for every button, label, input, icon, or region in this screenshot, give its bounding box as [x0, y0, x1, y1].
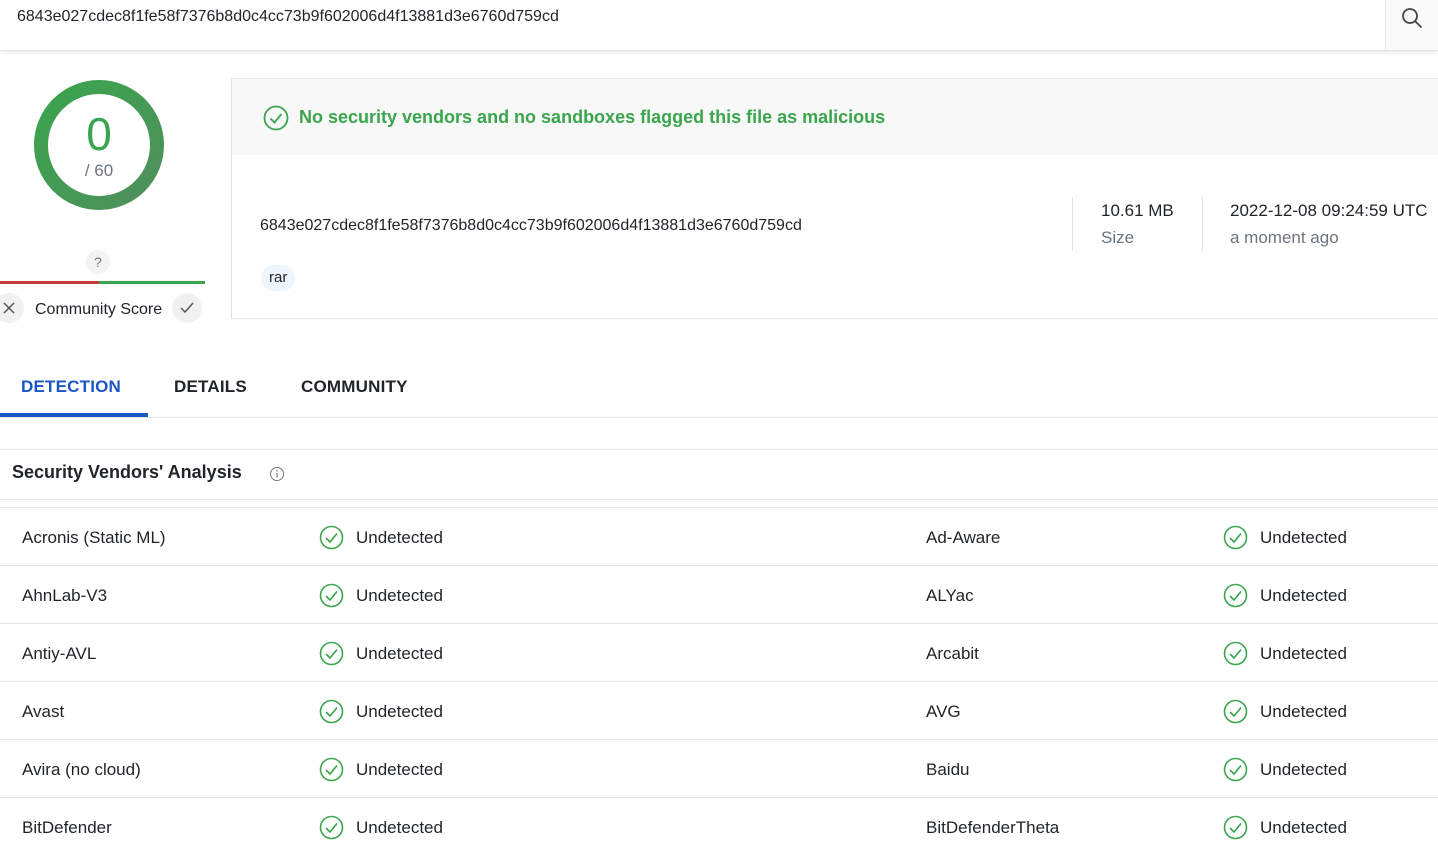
- divider: [0, 499, 1438, 500]
- vendor-result: Undetected: [356, 586, 443, 605]
- active-tab-indicator: [0, 413, 148, 417]
- vendor-row: Avast Undetected AVG Undetected: [0, 682, 1438, 740]
- divider: [1072, 197, 1073, 251]
- vendor-result: Undetected: [1260, 586, 1347, 605]
- close-icon: [3, 302, 15, 314]
- check-circle-icon: [263, 105, 289, 131]
- vendor-name: AVG: [926, 702, 961, 721]
- vendor-row: Avira (no cloud) Undetected Baidu Undete…: [0, 740, 1438, 798]
- tab-community[interactable]: COMMUNITY: [301, 377, 408, 397]
- section-title: Security Vendors' Analysis: [12, 462, 242, 482]
- vendor-name: Antiy-AVL: [22, 644, 97, 663]
- vendor-name: Ad-Aware: [926, 528, 1001, 547]
- check-circle-icon: [1223, 525, 1248, 550]
- file-type-tag[interactable]: rar: [261, 265, 296, 291]
- check-circle-icon: [319, 583, 344, 608]
- community-score-bar-harmless: [99, 281, 205, 284]
- file-hash[interactable]: 6843e027cdec8f1fe58f7376b8d0c4cc73b9f602…: [260, 217, 802, 235]
- vendor-result: Undetected: [1260, 702, 1347, 721]
- community-score-unknown: ?: [86, 250, 110, 274]
- vendor-row: BitDefender Undetected BitDefenderTheta …: [0, 798, 1438, 856]
- vendor-name: Baidu: [926, 760, 970, 779]
- check-circle-icon: [319, 641, 344, 666]
- divider: [0, 449, 1438, 450]
- vendor-name: ALYac: [926, 586, 974, 605]
- vote-malicious-button[interactable]: [0, 293, 24, 323]
- check-circle-icon: [1223, 815, 1248, 840]
- analysis-date-relative: a moment ago: [1230, 228, 1339, 247]
- checkmark-icon: [180, 302, 194, 314]
- verdict-text: No security vendors and no sandboxes fla…: [299, 107, 886, 127]
- check-circle-icon: [1223, 699, 1248, 724]
- file-size-label: Size: [1101, 228, 1135, 247]
- vendor-result: Undetected: [1260, 644, 1347, 663]
- community-score-bar-malicious: [0, 281, 99, 284]
- search-button[interactable]: [1385, 0, 1438, 50]
- tab-detection[interactable]: DETECTION: [21, 377, 121, 397]
- info-icon[interactable]: [269, 466, 285, 482]
- vendor-result: Undetected: [356, 818, 443, 837]
- check-circle-icon: [319, 815, 344, 840]
- verdict-banner: No security vendors and no sandboxes fla…: [232, 79, 1438, 155]
- vendor-result: Undetected: [1260, 818, 1347, 837]
- file-size-value: 10.61 MB: [1101, 201, 1174, 220]
- community-score-label: Community Score: [35, 301, 163, 318]
- vendor-name: BitDefenderTheta: [926, 818, 1060, 837]
- vendor-result: Undetected: [1260, 760, 1347, 779]
- tab-bar: DETECTION DETAILS COMMUNITY: [0, 360, 1438, 418]
- detection-total: / 60: [84, 161, 114, 180]
- vote-harmless-button[interactable]: [172, 293, 202, 323]
- analysis-date: 2022-12-08 09:24:59 UTC: [1230, 201, 1428, 220]
- vendor-name: Arcabit: [926, 644, 979, 663]
- vendor-name: BitDefender: [22, 818, 112, 837]
- file-summary-card: No security vendors and no sandboxes fla…: [231, 78, 1438, 319]
- vendor-result: Undetected: [1260, 528, 1347, 547]
- check-circle-icon: [319, 757, 344, 782]
- check-circle-icon: [319, 525, 344, 550]
- vendor-result: Undetected: [356, 644, 443, 663]
- vendor-name: AhnLab-V3: [22, 586, 108, 605]
- top-search-bar: [0, 0, 1438, 51]
- divider: [1202, 197, 1203, 251]
- vendor-name: Avast: [22, 702, 65, 721]
- check-circle-icon: [1223, 757, 1248, 782]
- check-circle-icon: [319, 699, 344, 724]
- vendor-result: Undetected: [356, 702, 443, 721]
- check-circle-icon: [1223, 641, 1248, 666]
- check-circle-icon: [1223, 583, 1248, 608]
- search-input[interactable]: [0, 0, 1380, 34]
- tab-details[interactable]: DETAILS: [174, 377, 247, 397]
- search-icon: [1402, 8, 1422, 28]
- vendor-row: Acronis (Static ML) Undetected Ad-Aware …: [0, 508, 1438, 566]
- vendor-result: Undetected: [356, 528, 443, 547]
- vendor-name: Acronis (Static ML): [22, 528, 166, 547]
- vendor-row: AhnLab-V3 Undetected ALYac Undetected: [0, 566, 1438, 624]
- vendor-row: Antiy-AVL Undetected Arcabit Undetected: [0, 624, 1438, 682]
- vendor-name: Avira (no cloud): [22, 760, 141, 779]
- detection-count: 0: [86, 108, 112, 160]
- vendor-result: Undetected: [356, 760, 443, 779]
